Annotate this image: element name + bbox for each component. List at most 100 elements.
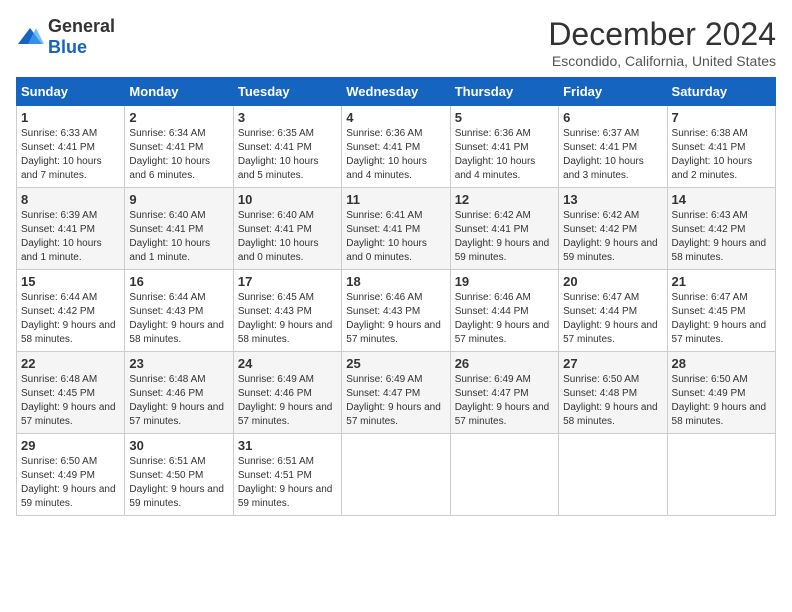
dow-header-thursday: Thursday [450,78,558,106]
day-cell: 6 Sunrise: 6:37 AM Sunset: 4:41 PM Dayli… [559,106,667,188]
day-number: 18 [346,274,445,289]
day-info: Sunrise: 6:42 AM Sunset: 4:42 PM Dayligh… [563,209,662,265]
day-cell [559,434,667,516]
day-number: 15 [21,274,120,289]
day-cell: 23 Sunrise: 6:48 AM Sunset: 4:46 PM Dayl… [125,352,233,434]
day-cell [450,434,558,516]
day-cell: 1 Sunrise: 6:33 AM Sunset: 4:41 PM Dayli… [17,106,125,188]
day-number: 1 [21,110,120,125]
day-info: Sunrise: 6:40 AM Sunset: 4:41 PM Dayligh… [238,209,337,265]
day-info: Sunrise: 6:50 AM Sunset: 4:48 PM Dayligh… [563,373,662,429]
day-number: 30 [129,438,228,453]
day-number: 24 [238,356,337,371]
day-info: Sunrise: 6:49 AM Sunset: 4:47 PM Dayligh… [455,373,554,429]
day-info: Sunrise: 6:46 AM Sunset: 4:43 PM Dayligh… [346,291,445,347]
day-number: 5 [455,110,554,125]
day-number: 12 [455,192,554,207]
day-number: 19 [455,274,554,289]
day-info: Sunrise: 6:36 AM Sunset: 4:41 PM Dayligh… [346,127,445,183]
day-cell: 13 Sunrise: 6:42 AM Sunset: 4:42 PM Dayl… [559,188,667,270]
day-info: Sunrise: 6:35 AM Sunset: 4:41 PM Dayligh… [238,127,337,183]
day-info: Sunrise: 6:43 AM Sunset: 4:42 PM Dayligh… [672,209,771,265]
day-info: Sunrise: 6:44 AM Sunset: 4:43 PM Dayligh… [129,291,228,347]
week-row-4: 22 Sunrise: 6:48 AM Sunset: 4:45 PM Dayl… [17,352,776,434]
day-cell: 9 Sunrise: 6:40 AM Sunset: 4:41 PM Dayli… [125,188,233,270]
day-number: 27 [563,356,662,371]
day-number: 7 [672,110,771,125]
day-info: Sunrise: 6:48 AM Sunset: 4:45 PM Dayligh… [21,373,120,429]
dow-header-sunday: Sunday [17,78,125,106]
day-number: 31 [238,438,337,453]
day-info: Sunrise: 6:44 AM Sunset: 4:42 PM Dayligh… [21,291,120,347]
day-number: 14 [672,192,771,207]
day-number: 10 [238,192,337,207]
day-cell: 24 Sunrise: 6:49 AM Sunset: 4:46 PM Dayl… [233,352,341,434]
day-cell: 25 Sunrise: 6:49 AM Sunset: 4:47 PM Dayl… [342,352,450,434]
day-info: Sunrise: 6:37 AM Sunset: 4:41 PM Dayligh… [563,127,662,183]
day-info: Sunrise: 6:51 AM Sunset: 4:50 PM Dayligh… [129,455,228,511]
day-info: Sunrise: 6:40 AM Sunset: 4:41 PM Dayligh… [129,209,228,265]
day-cell: 10 Sunrise: 6:40 AM Sunset: 4:41 PM Dayl… [233,188,341,270]
subtitle: Escondido, California, United States [548,53,776,69]
logo-icon [16,26,44,48]
day-cell: 3 Sunrise: 6:35 AM Sunset: 4:41 PM Dayli… [233,106,341,188]
logo-blue: Blue [48,37,87,57]
day-info: Sunrise: 6:41 AM Sunset: 4:41 PM Dayligh… [346,209,445,265]
day-info: Sunrise: 6:49 AM Sunset: 4:46 PM Dayligh… [238,373,337,429]
main-title: December 2024 [548,16,776,53]
day-cell: 22 Sunrise: 6:48 AM Sunset: 4:45 PM Dayl… [17,352,125,434]
day-cell: 8 Sunrise: 6:39 AM Sunset: 4:41 PM Dayli… [17,188,125,270]
day-number: 16 [129,274,228,289]
dow-header-wednesday: Wednesday [342,78,450,106]
day-cell [342,434,450,516]
day-number: 3 [238,110,337,125]
day-cell: 14 Sunrise: 6:43 AM Sunset: 4:42 PM Dayl… [667,188,775,270]
day-number: 6 [563,110,662,125]
day-cell: 31 Sunrise: 6:51 AM Sunset: 4:51 PM Dayl… [233,434,341,516]
calendar-table: SundayMondayTuesdayWednesdayThursdayFrid… [16,77,776,516]
header: General Blue December 2024 Escondido, Ca… [16,16,776,69]
day-number: 25 [346,356,445,371]
day-number: 9 [129,192,228,207]
week-row-5: 29 Sunrise: 6:50 AM Sunset: 4:49 PM Dayl… [17,434,776,516]
logo-general: General [48,16,115,36]
day-cell: 17 Sunrise: 6:45 AM Sunset: 4:43 PM Dayl… [233,270,341,352]
day-cell: 12 Sunrise: 6:42 AM Sunset: 4:41 PM Dayl… [450,188,558,270]
day-cell: 5 Sunrise: 6:36 AM Sunset: 4:41 PM Dayli… [450,106,558,188]
day-info: Sunrise: 6:50 AM Sunset: 4:49 PM Dayligh… [21,455,120,511]
day-info: Sunrise: 6:48 AM Sunset: 4:46 PM Dayligh… [129,373,228,429]
day-number: 29 [21,438,120,453]
day-info: Sunrise: 6:33 AM Sunset: 4:41 PM Dayligh… [21,127,120,183]
day-cell: 30 Sunrise: 6:51 AM Sunset: 4:50 PM Dayl… [125,434,233,516]
day-cell: 28 Sunrise: 6:50 AM Sunset: 4:49 PM Dayl… [667,352,775,434]
day-info: Sunrise: 6:45 AM Sunset: 4:43 PM Dayligh… [238,291,337,347]
day-number: 26 [455,356,554,371]
day-cell: 26 Sunrise: 6:49 AM Sunset: 4:47 PM Dayl… [450,352,558,434]
day-cell [667,434,775,516]
day-number: 8 [21,192,120,207]
logo: General Blue [16,16,115,58]
day-number: 28 [672,356,771,371]
day-info: Sunrise: 6:42 AM Sunset: 4:41 PM Dayligh… [455,209,554,265]
day-info: Sunrise: 6:49 AM Sunset: 4:47 PM Dayligh… [346,373,445,429]
day-number: 13 [563,192,662,207]
day-info: Sunrise: 6:47 AM Sunset: 4:45 PM Dayligh… [672,291,771,347]
week-row-2: 8 Sunrise: 6:39 AM Sunset: 4:41 PM Dayli… [17,188,776,270]
day-info: Sunrise: 6:50 AM Sunset: 4:49 PM Dayligh… [672,373,771,429]
day-info: Sunrise: 6:38 AM Sunset: 4:41 PM Dayligh… [672,127,771,183]
day-info: Sunrise: 6:51 AM Sunset: 4:51 PM Dayligh… [238,455,337,511]
day-cell: 4 Sunrise: 6:36 AM Sunset: 4:41 PM Dayli… [342,106,450,188]
dow-header-friday: Friday [559,78,667,106]
title-area: December 2024 Escondido, California, Uni… [548,16,776,69]
day-info: Sunrise: 6:47 AM Sunset: 4:44 PM Dayligh… [563,291,662,347]
day-cell: 16 Sunrise: 6:44 AM Sunset: 4:43 PM Dayl… [125,270,233,352]
day-cell: 11 Sunrise: 6:41 AM Sunset: 4:41 PM Dayl… [342,188,450,270]
day-cell: 27 Sunrise: 6:50 AM Sunset: 4:48 PM Dayl… [559,352,667,434]
day-number: 21 [672,274,771,289]
day-info: Sunrise: 6:46 AM Sunset: 4:44 PM Dayligh… [455,291,554,347]
week-row-1: 1 Sunrise: 6:33 AM Sunset: 4:41 PM Dayli… [17,106,776,188]
day-cell: 18 Sunrise: 6:46 AM Sunset: 4:43 PM Dayl… [342,270,450,352]
day-number: 20 [563,274,662,289]
day-cell: 20 Sunrise: 6:47 AM Sunset: 4:44 PM Dayl… [559,270,667,352]
day-number: 4 [346,110,445,125]
